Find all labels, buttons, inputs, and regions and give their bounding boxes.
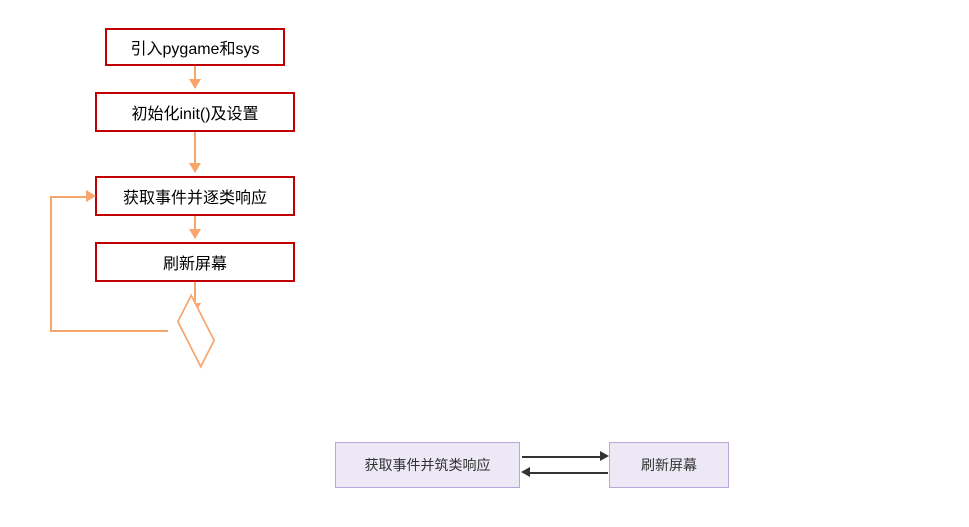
flow-decision: [177, 294, 215, 369]
loop-line-bottom: [50, 330, 168, 332]
flow-step-init: 初始化init()及设置: [95, 92, 295, 132]
flow-step-events-label: 获取事件并逐类响应: [123, 184, 267, 208]
bi-arrow-bottom-head: [521, 467, 530, 477]
bi-arrow-top-line: [522, 456, 602, 458]
aux-box-refresh-label: 刷新屏幕: [641, 455, 697, 475]
flow-step-init-label: 初始化init()及设置: [131, 100, 258, 124]
arrow-events-to-refresh: [194, 216, 196, 238]
flow-step-import-label: 引入pygame和sys: [131, 35, 260, 59]
bi-arrow-top-head: [600, 451, 609, 461]
aux-box-refresh: 刷新屏幕: [609, 442, 729, 488]
aux-box-events: 获取事件并筑类响应: [335, 442, 520, 488]
loop-line-left: [50, 196, 52, 332]
flow-step-events: 获取事件并逐类响应: [95, 176, 295, 216]
arrow-init-to-events: [194, 132, 196, 172]
aux-box-events-label: 获取事件并筑类响应: [365, 455, 491, 475]
arrow-import-to-init: [194, 66, 196, 88]
bi-arrow-bottom-line: [528, 472, 608, 474]
flow-step-refresh-label: 刷新屏幕: [163, 250, 227, 274]
flow-step-import: 引入pygame和sys: [105, 28, 285, 66]
flow-step-refresh: 刷新屏幕: [95, 242, 295, 282]
loop-arrow-head: [86, 190, 96, 202]
loop-line-top: [50, 196, 88, 198]
